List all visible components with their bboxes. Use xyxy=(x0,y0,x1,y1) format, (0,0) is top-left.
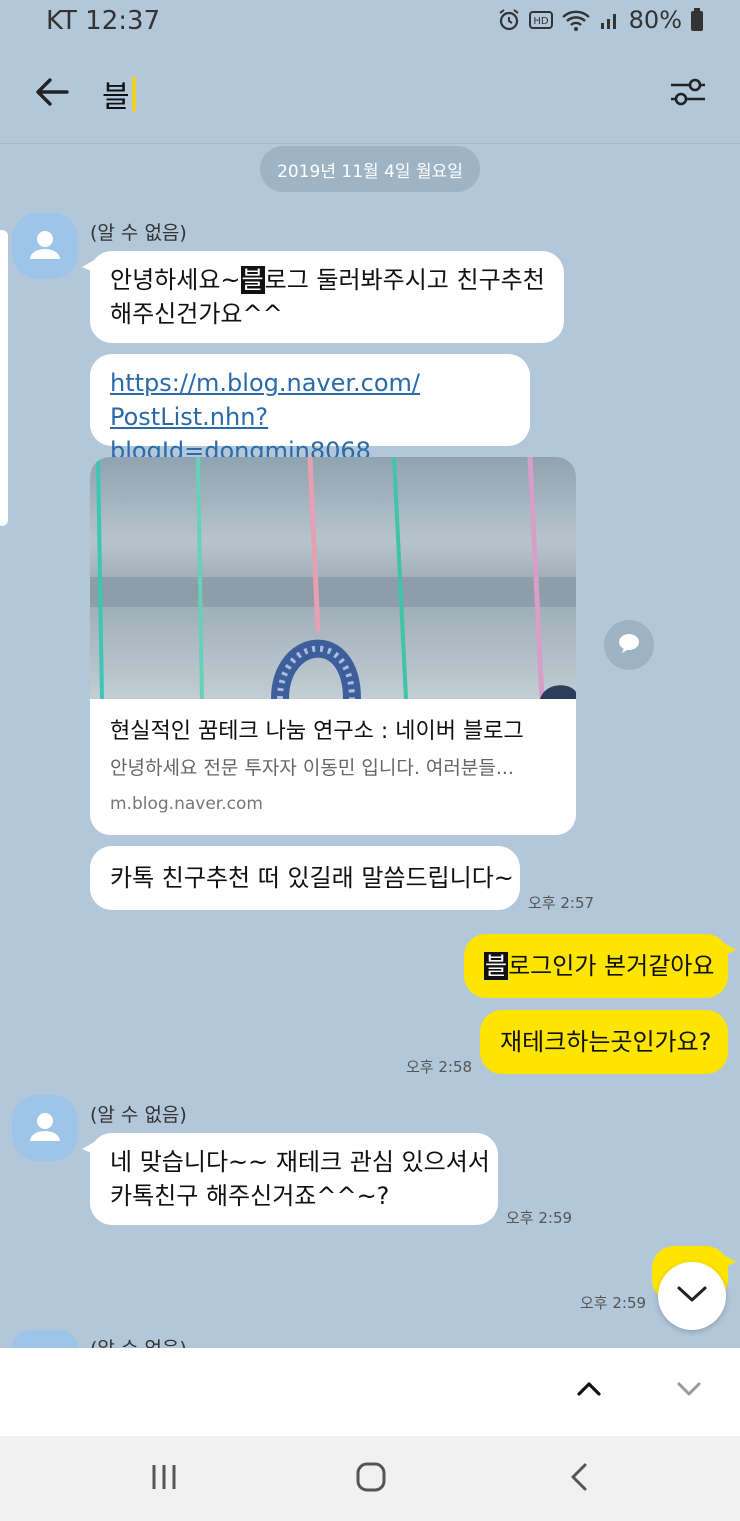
message-text: 로그 둘러봐주시고 친구추천 xyxy=(264,266,545,294)
search-header: 블 xyxy=(0,44,740,144)
message-link[interactable]: https://m.blog.naver.com/ xyxy=(110,366,510,400)
default-profile-icon xyxy=(30,1113,60,1141)
status-bar: KT 12:37 HD 80% xyxy=(0,0,740,44)
chevron-up-icon xyxy=(576,1381,602,1401)
speech-bubble-icon xyxy=(616,631,642,659)
search-result-nav xyxy=(0,1348,740,1436)
hd-icon: HD xyxy=(528,10,553,30)
message-text: 해주신건가요^^ xyxy=(110,300,283,328)
text-cursor xyxy=(131,77,136,111)
message-text: 네 맞습니다~~ 재테크 관심 있으셔서 xyxy=(110,1148,490,1176)
message-bubble[interactable]: 안녕하세요~블로그 둘러봐주시고 친구추천 해주신건가요^^ xyxy=(82,251,564,343)
message-text: 안녕하세요~ xyxy=(110,266,241,294)
scroll-to-bottom-button[interactable] xyxy=(658,1262,726,1330)
carrier-time: KT 12:37 xyxy=(46,6,161,36)
status-icons: HD 80% xyxy=(497,6,704,34)
system-back-button[interactable] xyxy=(556,1456,602,1502)
arrow-left-icon xyxy=(35,77,69,111)
message-text: 로그인가 본거같아요 xyxy=(508,952,715,980)
default-profile-icon xyxy=(30,231,60,259)
message-time: 오후 2:58 xyxy=(406,1058,473,1076)
sender-name: (알 수 없음) xyxy=(90,1104,187,1126)
my-message-bubble[interactable]: 블로그인가 본거같아요 xyxy=(464,934,736,998)
next-result-button[interactable] xyxy=(666,1368,712,1414)
preview-image xyxy=(90,457,576,700)
message-bubble[interactable]: 네 맞습니다~~ 재테크 관심 있으셔서 카톡친구 해주신거죠^^~? xyxy=(82,1133,498,1225)
preview-domain: m.blog.naver.com xyxy=(110,794,263,814)
message-time: 오후 2:59 xyxy=(580,1294,647,1312)
link-bubble[interactable]: https://m.blog.naver.com/ PostList.nhn?b… xyxy=(90,354,530,465)
avatar[interactable] xyxy=(12,213,78,279)
scroll-edge-indicator xyxy=(0,230,8,526)
filter-settings-button[interactable] xyxy=(664,70,712,118)
svg-text:HD: HD xyxy=(533,16,549,27)
message-text: 카톡친구 해주신거죠^^~? xyxy=(110,1182,390,1210)
preview-description: 안녕하세요 전문 투자자 이동민 입니다. 여러분들... xyxy=(110,757,514,779)
message-text: 재테크하는곳인가요? xyxy=(500,1028,712,1056)
message-time: 오후 2:59 xyxy=(506,1209,573,1227)
message-bubble[interactable]: 카톡 친구추천 떠 있길래 말씀드립니다~ xyxy=(90,846,520,910)
home-icon xyxy=(355,1461,387,1497)
sliders-icon xyxy=(669,77,707,111)
search-query: 블 xyxy=(102,80,130,115)
sender-name: (알 수 없음) xyxy=(90,222,187,244)
search-match-highlight: 블 xyxy=(484,952,509,980)
link-preview-card[interactable]: 현실적인 꿈테크 나눔 연구소 : 네이버 블로그 안녕하세요 전문 투자자 이… xyxy=(90,457,576,835)
date-separator: 2019년 11월 4일 월요일 xyxy=(260,146,480,192)
sender-name: (알 수 없음) xyxy=(90,1334,187,1348)
search-match-highlight: 블 xyxy=(240,266,265,294)
share-button[interactable] xyxy=(604,620,654,670)
signal-icon xyxy=(599,9,621,31)
chevron-down-icon xyxy=(676,1381,702,1401)
preview-title: 현실적인 꿈테크 나눔 연구소 : 네이버 블로그 xyxy=(110,719,524,744)
message-time: 오후 2:57 xyxy=(528,894,595,912)
avatar[interactable] xyxy=(12,1330,78,1348)
home-button[interactable] xyxy=(348,1456,394,1502)
avatar[interactable] xyxy=(12,1095,78,1161)
back-chevron-icon xyxy=(569,1462,589,1496)
my-message-bubble[interactable]: 재테크하는곳인가요? xyxy=(480,1010,728,1074)
alarm-icon xyxy=(497,8,521,32)
battery-level: 80% xyxy=(628,6,682,34)
chevron-down-icon xyxy=(676,1284,708,1308)
search-input[interactable]: 블 xyxy=(102,72,136,116)
system-navigation-bar xyxy=(0,1436,740,1521)
recents-icon xyxy=(149,1463,179,1495)
wifi-icon xyxy=(561,8,591,32)
message-text: 카톡 친구추천 떠 있길래 말씀드립니다~ xyxy=(110,864,514,892)
recents-button[interactable] xyxy=(141,1456,187,1502)
previous-result-button[interactable] xyxy=(566,1368,612,1414)
back-button[interactable] xyxy=(28,70,76,118)
battery-icon xyxy=(690,8,704,32)
